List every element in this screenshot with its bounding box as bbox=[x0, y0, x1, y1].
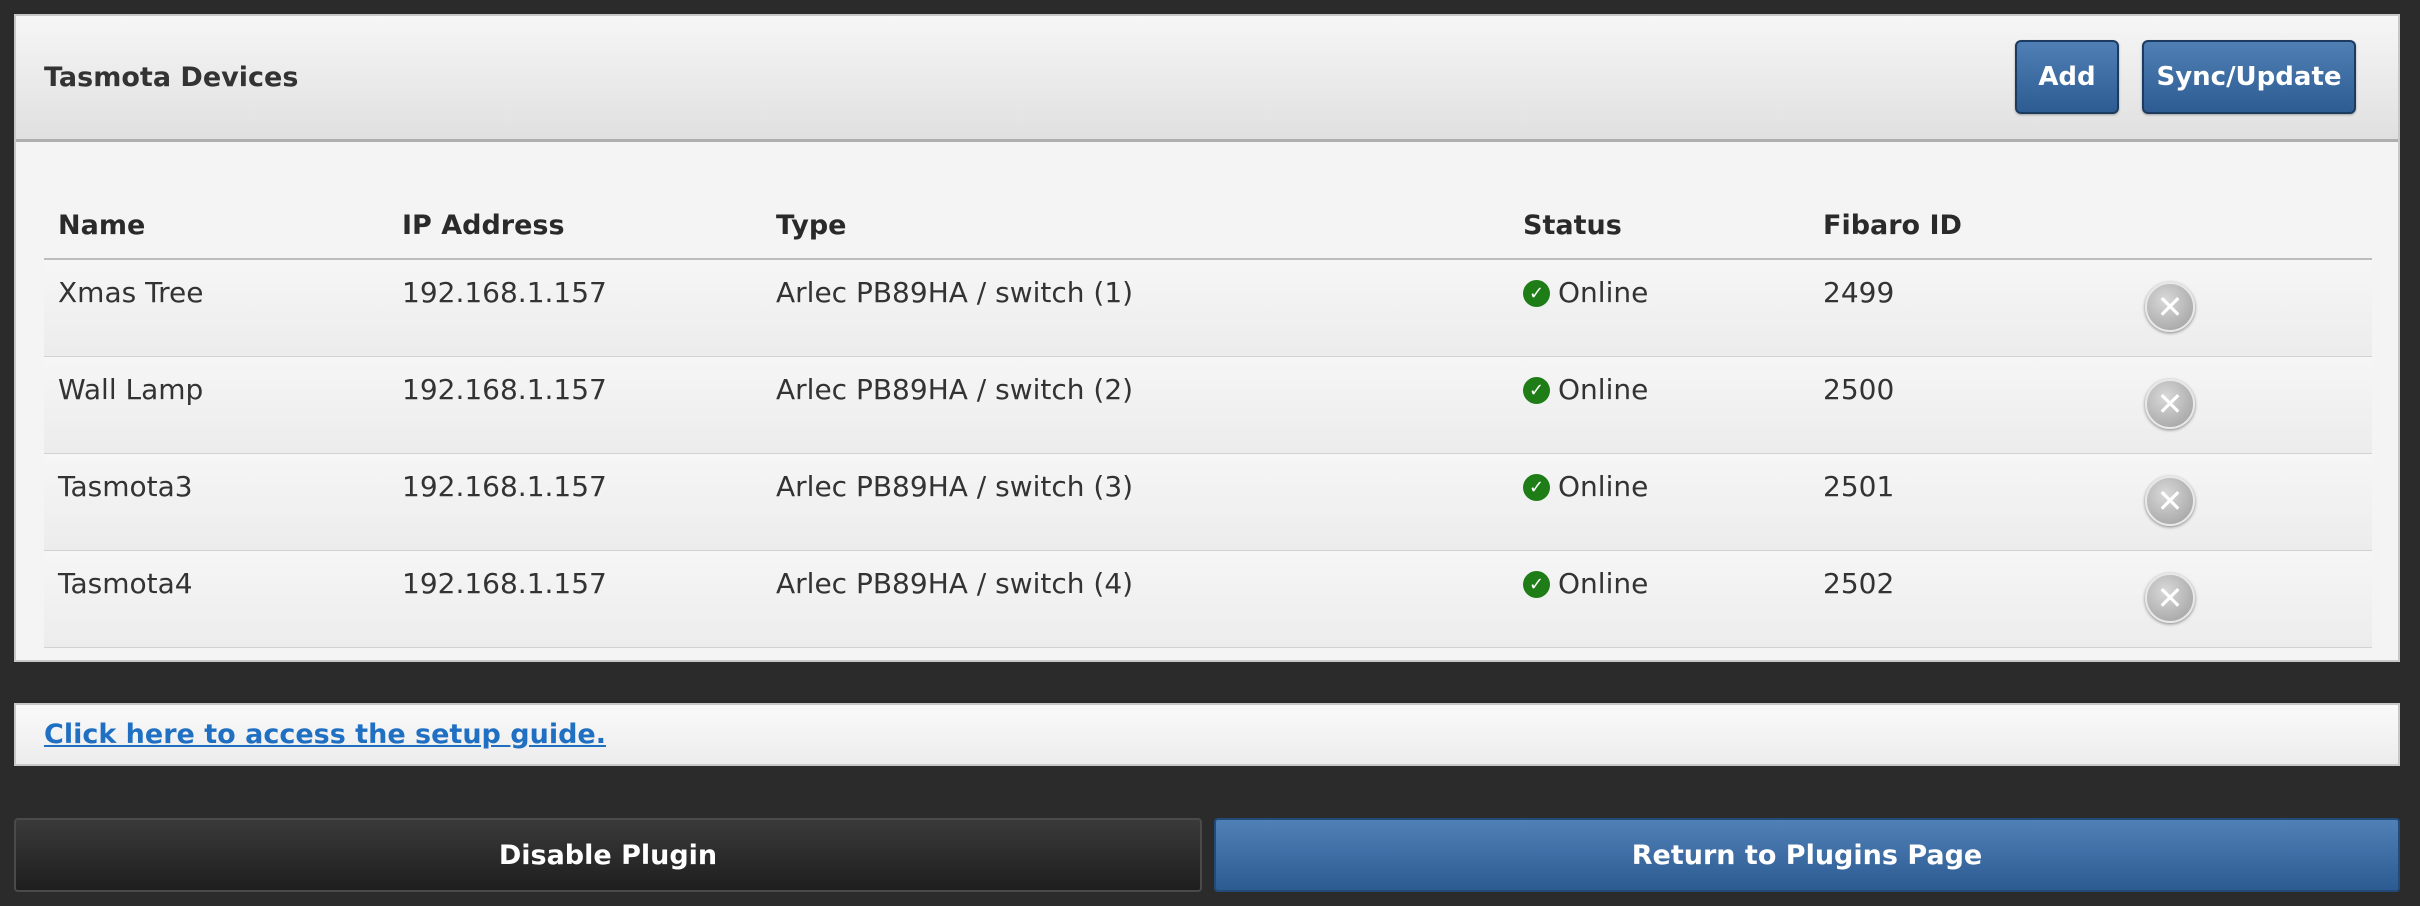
panel-header: Tasmota Devices Add Sync/Update bbox=[16, 16, 2398, 142]
device-type: Arlec PB89HA / switch (4) bbox=[762, 550, 1509, 648]
check-circle-icon: ✓ bbox=[1523, 570, 1550, 598]
check-circle-icon: ✓ bbox=[1523, 280, 1550, 307]
close-circle-icon: ✕ bbox=[2156, 384, 2184, 423]
status-text: Online bbox=[1558, 566, 1649, 600]
close-circle-icon: ✕ bbox=[2156, 578, 2184, 617]
table-row: Xmas Tree 192.168.1.157 Arlec PB89HA / s… bbox=[44, 259, 2372, 357]
status-text: Online bbox=[1558, 469, 1649, 503]
return-to-plugins-button[interactable]: Return to Plugins Page bbox=[1214, 818, 2400, 892]
device-name: Wall Lamp bbox=[44, 356, 388, 454]
device-name: Tasmota4 bbox=[44, 550, 388, 648]
panel-title: Tasmota Devices bbox=[44, 62, 299, 93]
device-fibaro-id: 2501 bbox=[1809, 453, 2109, 551]
check-circle-icon: ✓ bbox=[1523, 473, 1550, 501]
column-header-fibaro-id: Fibaro ID bbox=[1809, 192, 2109, 260]
status-text: Online bbox=[1558, 276, 1649, 309]
setup-guide-bar: Click here to access the setup guide. bbox=[14, 703, 2400, 766]
check-circle-icon: ✓ bbox=[1523, 376, 1550, 404]
device-type: Arlec PB89HA / switch (2) bbox=[762, 356, 1509, 454]
sync-update-button[interactable]: Sync/Update bbox=[2142, 40, 2356, 114]
device-ip: 192.168.1.157 bbox=[388, 356, 762, 454]
device-name: Tasmota3 bbox=[44, 453, 388, 551]
status-text: Online bbox=[1558, 372, 1649, 406]
delete-device-button[interactable]: ✕ bbox=[2145, 572, 2195, 623]
devices-table: Name IP Address Type Status Fibaro ID Xm… bbox=[44, 192, 2372, 648]
table-row: Tasmota4 192.168.1.157 Arlec PB89HA / sw… bbox=[44, 550, 2372, 648]
column-header-type: Type bbox=[762, 192, 1509, 260]
close-circle-icon: ✕ bbox=[2156, 481, 2184, 520]
device-type: Arlec PB89HA / switch (3) bbox=[762, 453, 1509, 551]
table-header-row: Name IP Address Type Status Fibaro ID bbox=[44, 192, 2372, 260]
device-status: ✓ Online bbox=[1523, 373, 1809, 406]
device-fibaro-id: 2502 bbox=[1809, 550, 2109, 648]
device-ip: 192.168.1.157 bbox=[388, 453, 762, 551]
delete-device-button[interactable]: ✕ bbox=[2145, 282, 2195, 332]
disable-plugin-button[interactable]: Disable Plugin bbox=[14, 818, 1202, 892]
setup-guide-link[interactable]: Click here to access the setup guide. bbox=[44, 719, 606, 750]
column-header-name: Name bbox=[44, 192, 388, 260]
device-type: Arlec PB89HA / switch (1) bbox=[762, 259, 1509, 357]
table-row: Tasmota3 192.168.1.157 Arlec PB89HA / sw… bbox=[44, 453, 2372, 551]
device-fibaro-id: 2500 bbox=[1809, 356, 2109, 454]
add-button[interactable]: Add bbox=[2015, 40, 2119, 114]
column-header-ip: IP Address bbox=[388, 192, 762, 260]
devices-table-container: Name IP Address Type Status Fibaro ID Xm… bbox=[44, 192, 2372, 648]
table-row: Wall Lamp 192.168.1.157 Arlec PB89HA / s… bbox=[44, 356, 2372, 454]
device-status: ✓ Online bbox=[1523, 567, 1809, 600]
device-ip: 192.168.1.157 bbox=[388, 259, 762, 357]
close-circle-icon: ✕ bbox=[2156, 288, 2184, 326]
column-header-status: Status bbox=[1509, 192, 1809, 260]
device-status: ✓ Online bbox=[1523, 470, 1809, 503]
device-ip: 192.168.1.157 bbox=[388, 550, 762, 648]
device-status: ✓ Online bbox=[1523, 276, 1809, 309]
delete-device-button[interactable]: ✕ bbox=[2145, 378, 2195, 429]
delete-device-button[interactable]: ✕ bbox=[2145, 475, 2195, 526]
device-name: Xmas Tree bbox=[44, 259, 388, 357]
device-fibaro-id: 2499 bbox=[1809, 259, 2109, 357]
tasmota-devices-panel: Tasmota Devices Add Sync/Update Name IP … bbox=[14, 14, 2400, 662]
column-header-actions bbox=[2109, 192, 2372, 260]
